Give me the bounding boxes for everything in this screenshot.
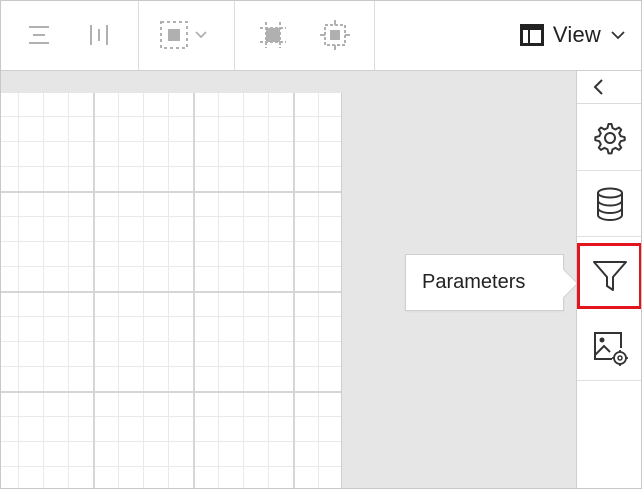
database-icon	[596, 187, 623, 221]
fit-to-width-icon	[320, 20, 350, 50]
gear-icon	[593, 122, 626, 154]
sidebar-item-parameters[interactable]	[577, 243, 641, 309]
fit-to-width-button[interactable]	[317, 17, 353, 53]
report-designer-window: View Parameters	[0, 0, 642, 489]
view-label: View	[552, 22, 601, 47]
parameters-tooltip: Parameters	[405, 254, 564, 311]
layout-icon	[519, 24, 544, 46]
align-center-icon	[29, 26, 49, 44]
sidebar-collapse-button[interactable]	[577, 71, 641, 104]
select-region-dropdown[interactable]	[157, 17, 217, 53]
sidebar-item-image-properties[interactable]	[577, 315, 641, 381]
tooltip-text: Parameters	[422, 271, 526, 293]
align-center-button[interactable]	[21, 17, 57, 53]
filter-icon	[592, 261, 627, 291]
toolbar: View	[1, 1, 641, 71]
view-menu-button[interactable]: View	[519, 17, 627, 53]
design-canvas[interactable]	[1, 93, 342, 488]
image-settings-icon	[593, 331, 628, 366]
properties-sidebar	[576, 71, 641, 488]
toolbar-group-fit	[235, 1, 375, 70]
sidebar-item-data[interactable]	[577, 171, 641, 237]
chevron-down-icon	[611, 31, 625, 40]
align-middle-icon	[90, 25, 108, 45]
chevron-down-icon	[195, 31, 207, 39]
chevron-left-icon	[593, 79, 603, 95]
fit-to-page-icon	[260, 22, 286, 48]
fit-to-page-button[interactable]	[255, 17, 291, 53]
select-region-icon	[160, 21, 188, 49]
toolbar-group-align	[1, 1, 139, 70]
toolbar-group-select	[139, 1, 235, 70]
align-middle-button[interactable]	[81, 17, 117, 53]
sidebar-item-settings[interactable]	[577, 105, 641, 171]
